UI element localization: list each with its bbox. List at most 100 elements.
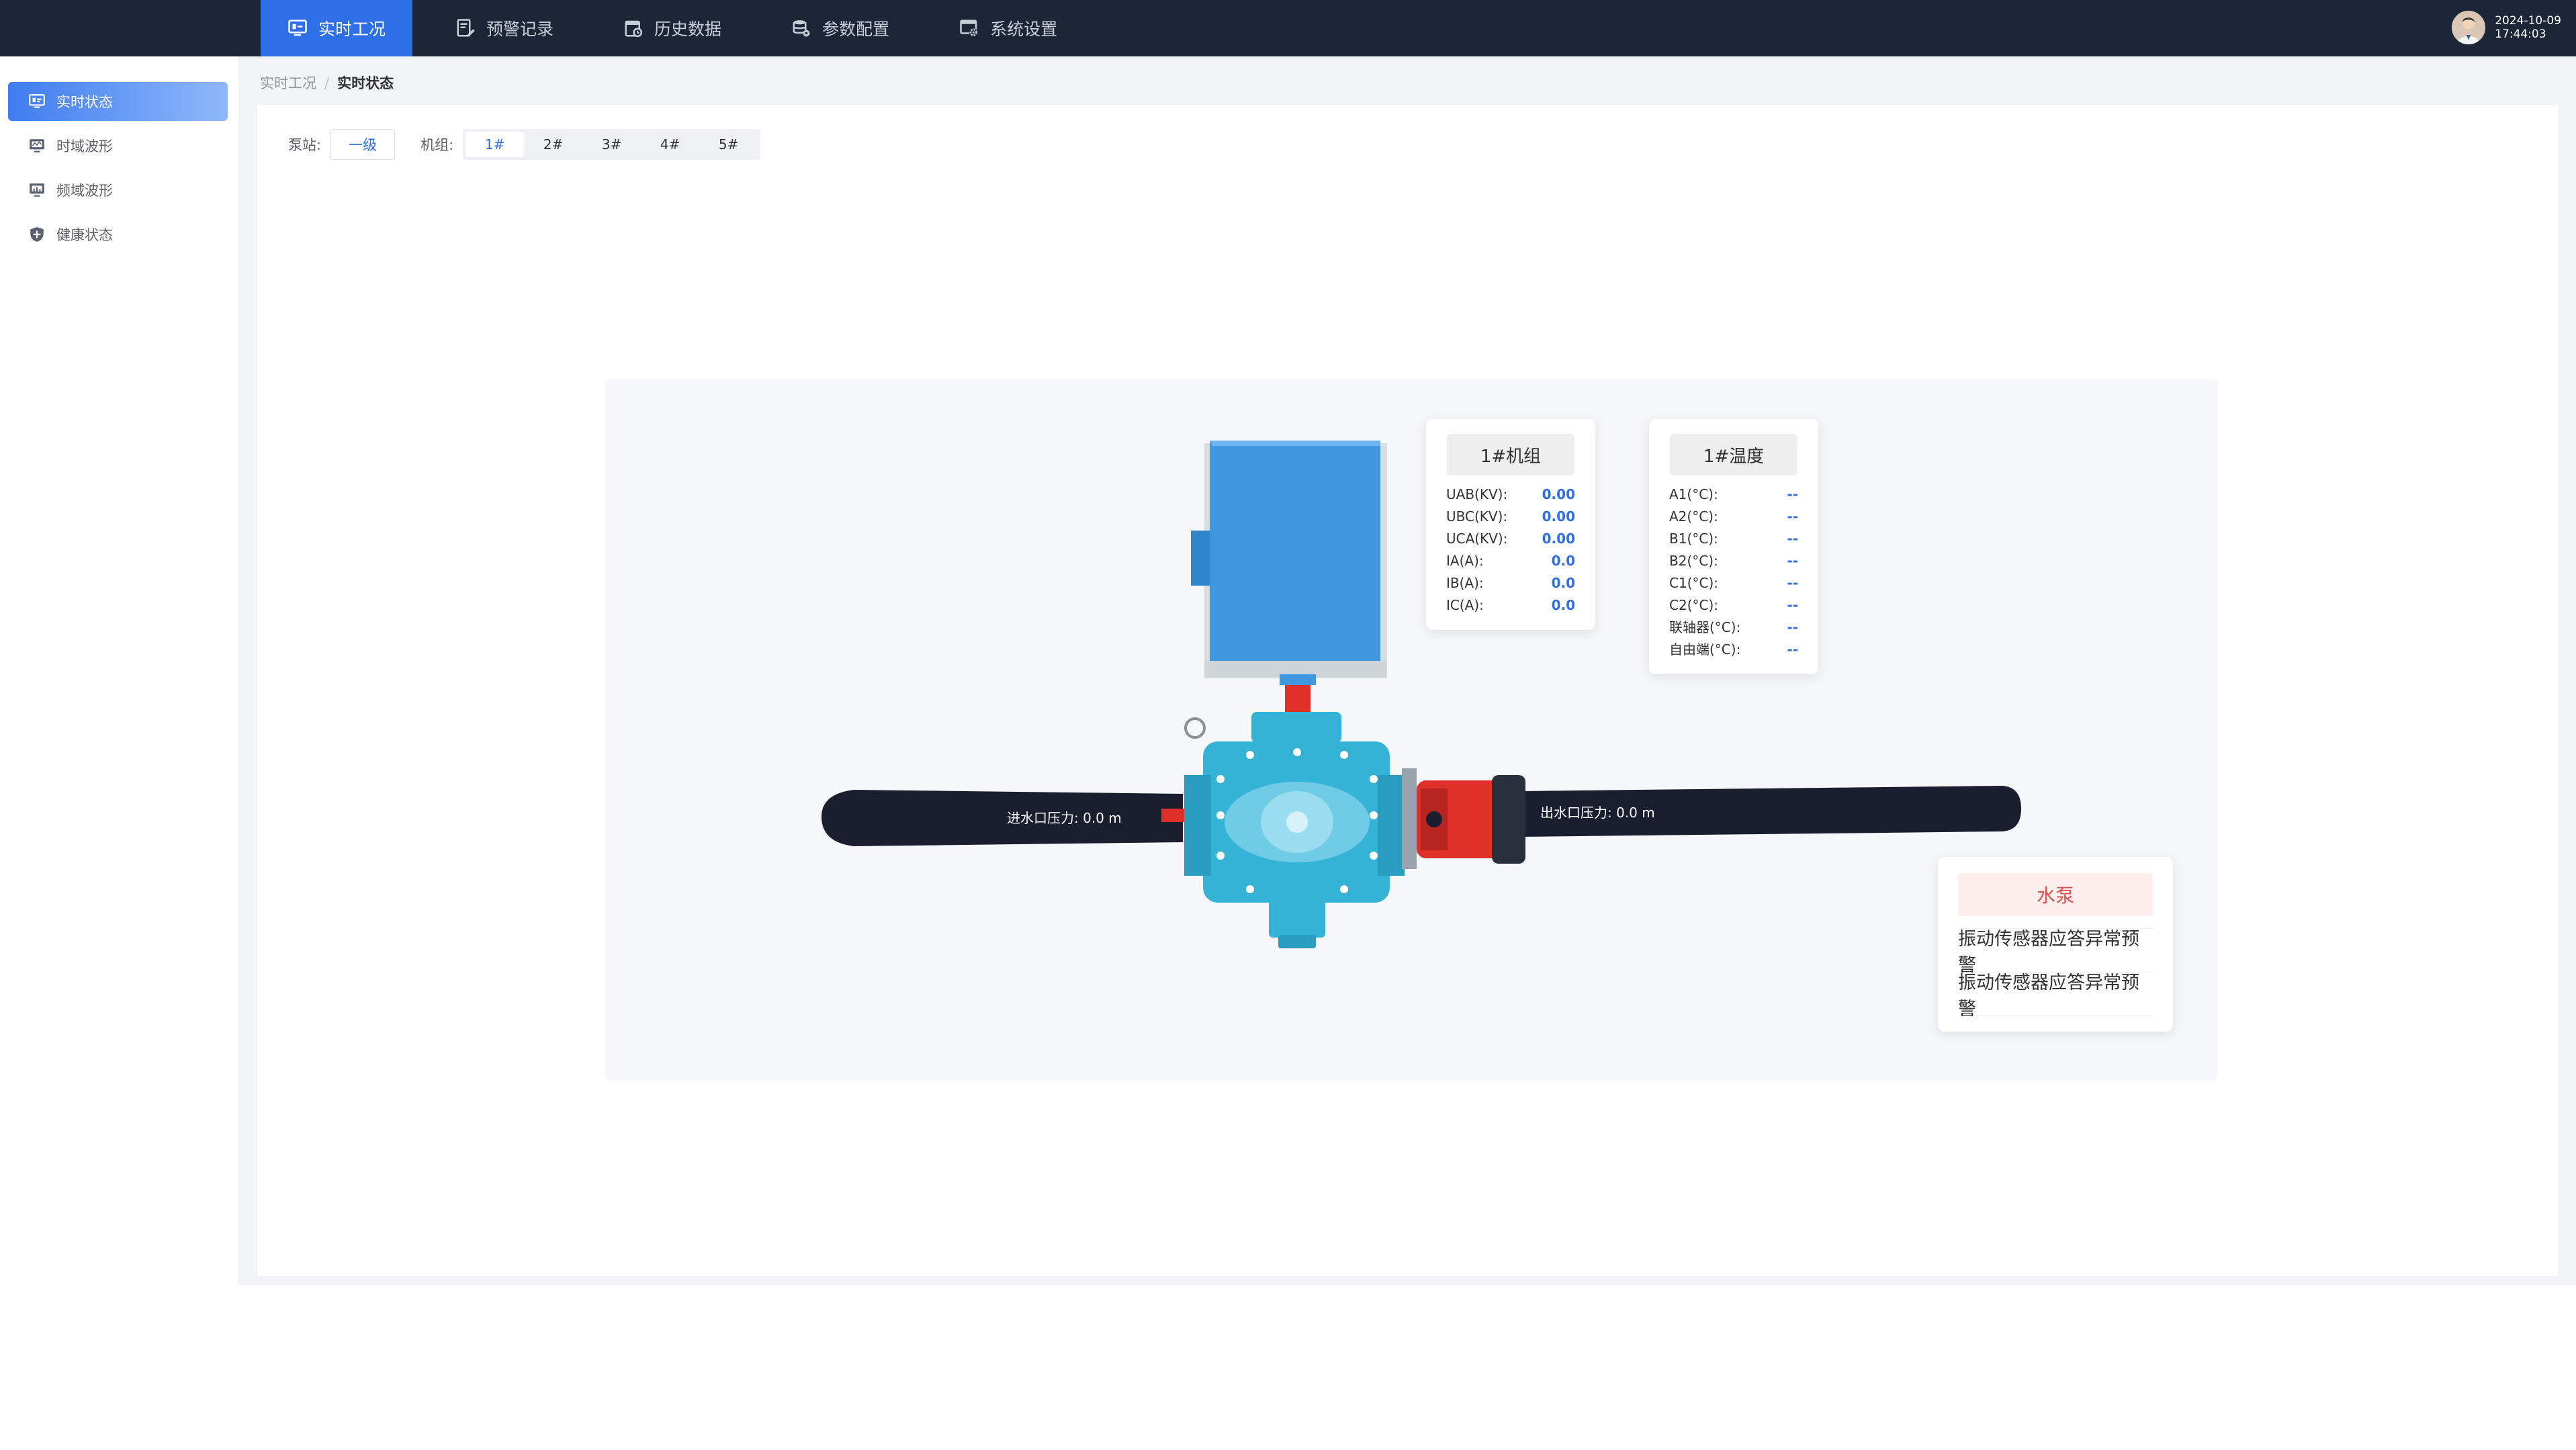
unit-data-row: UCA(KV): 0.00 (1426, 528, 1595, 550)
screen-icon (30, 139, 44, 152)
database-config-icon (793, 20, 810, 37)
motor (1191, 441, 1387, 678)
alarm-item[interactable]: 振动传感器应答异常预警 (1958, 972, 2153, 1019)
breadcrumb: 实时工况 / 实时状态 (260, 73, 394, 93)
unit-label: 机组: (420, 137, 454, 153)
temperature-row: 联轴器(°C): -- (1649, 617, 1818, 639)
nav-tab-settings[interactable]: 系统设置 (932, 0, 1084, 56)
user-area[interactable]: 2024-10-09 17:44:03 (2452, 11, 2561, 44)
temperature-row: A2(°C): -- (1649, 506, 1818, 528)
nav-tab-label: 预警记录 (486, 19, 554, 39)
temperature-label: 自由端(°C): (1669, 641, 1741, 658)
sidebar-item-label: 实时状态 (56, 94, 113, 110)
datetime-display: 2024-10-09 17:44:03 (2495, 14, 2561, 41)
unit-data-label: IA(A): (1446, 553, 1484, 569)
unit-option-4[interactable]: 4# (641, 132, 699, 157)
calendar-icon (625, 20, 643, 38)
inlet-pressure-label: 进水口压力: 0.0 m (1007, 810, 1122, 826)
temperature-label: C2(°C): (1669, 597, 1718, 613)
unit-data-row: UAB(KV): 0.00 (1426, 484, 1595, 506)
outlet-flange (1402, 768, 1525, 869)
unit-option-3[interactable]: 3# (582, 132, 641, 157)
unit-data-row: UBC(KV): 0.00 (1426, 506, 1595, 528)
breadcrumb-current: 实时状态 (337, 75, 394, 91)
unit-data-row: IA(A): 0.0 (1426, 550, 1595, 572)
nav-tab-alerts[interactable]: 预警记录 (429, 0, 580, 56)
unit-option-5[interactable]: 5# (699, 132, 758, 157)
temperature-row: B2(°C): -- (1649, 550, 1818, 572)
temperature-row: C1(°C): -- (1649, 572, 1818, 594)
unit-data-label: IB(A): (1446, 575, 1484, 591)
temperature-label: A1(°C): (1669, 486, 1718, 502)
temperature-label: A2(°C): (1669, 508, 1718, 525)
temperature-label: C1(°C): (1669, 575, 1718, 591)
sidebar-item-health-status[interactable]: 健康状态 (8, 215, 228, 254)
temperature-value: -- (1787, 641, 1798, 658)
station-label: 泵站: (288, 137, 322, 153)
pump-schematic-stage: 进水口压力: 0.0 m 出水口压力: 0.0 m 1#机组 UAB(KV): 0… (605, 379, 2217, 1081)
temperature-card-title: 1#温度 (1670, 434, 1797, 475)
nav-tab-realtime[interactable]: 实时工况 (261, 0, 413, 56)
screen-icon (30, 183, 44, 197)
temperature-value: -- (1787, 619, 1798, 635)
temperature-value: -- (1787, 486, 1798, 502)
temperature-value: -- (1787, 531, 1798, 547)
user-avatar[interactable] (2452, 11, 2486, 44)
monitor-icon (288, 19, 307, 36)
sidebar-item-label: 健康状态 (56, 227, 113, 243)
unit-data-value: 0.00 (1542, 531, 1575, 547)
nav-tab-label: 系统设置 (990, 19, 1058, 39)
unit-card-title: 1#机组 (1447, 434, 1574, 475)
temperature-value: -- (1787, 575, 1798, 591)
sidebar-item-realtime-status[interactable]: 实时状态 (8, 82, 228, 121)
unit-data-label: UBC(KV): (1446, 508, 1508, 525)
settings-icon (960, 19, 978, 37)
inlet-pipe (821, 790, 1183, 846)
temperature-value: -- (1787, 553, 1798, 569)
motor-shaft-collar (1280, 674, 1316, 685)
outlet-pressure-label: 出水口压力: 0.0 m (1540, 805, 1655, 821)
unit-data-row: IB(A): 0.0 (1426, 572, 1595, 594)
unit-electrical-card: 1#机组 UAB(KV): 0.00 UBC(KV): 0.00 UCA(KV): 0… (1426, 419, 1595, 630)
sidebar-item-label: 频域波形 (56, 183, 113, 199)
unit-data-label: UCA(KV): (1446, 531, 1508, 547)
temperature-card: 1#温度 A1(°C): -- A2(°C): -- B1(°C): -- B2(°C… (1649, 419, 1818, 674)
alarm-item[interactable]: 振动传感器应答异常预警 (1958, 928, 2153, 976)
unit-option-1[interactable]: 1# (465, 132, 525, 157)
person-icon (2452, 11, 2486, 44)
temperature-row: A1(°C): -- (1649, 484, 1818, 506)
main-content: 实时工况 / 实时状态 泵站: 一级 机组: 1# 2# 3# 4# 5# 进水… (238, 56, 2576, 1285)
unit-data-value: 0.0 (1551, 553, 1575, 569)
temperature-value: -- (1787, 508, 1798, 525)
temperature-row: 自由端(°C): -- (1649, 639, 1818, 661)
breadcrumb-parent[interactable]: 实时工况 (260, 75, 316, 91)
temperature-row: B1(°C): -- (1649, 528, 1818, 550)
nav-tab-params[interactable]: 参数配置 (764, 0, 916, 56)
sidebar-item-frequency-waveform[interactable]: 频域波形 (8, 171, 228, 210)
unit-data-value: 0.00 (1542, 508, 1575, 525)
nav-tab-label: 参数配置 (822, 19, 890, 39)
nav-tab-history[interactable]: 历史数据 (596, 0, 748, 56)
pump-body (1184, 712, 1405, 948)
unit-data-label: IC(A): (1446, 597, 1484, 613)
temperature-value: -- (1787, 597, 1798, 613)
unit-radio-group: 1# 2# 3# 4# 5# (463, 129, 761, 160)
sidebar-item-time-waveform[interactable]: 时域波形 (8, 126, 228, 165)
temperature-label: B2(°C): (1669, 553, 1718, 569)
main-nav: 实时工况 预警记录 历史数据 参数配置 系统设置 (261, 0, 1100, 56)
unit-option-2[interactable]: 2# (524, 132, 582, 157)
alarm-card-title: 水泵 (1958, 873, 2153, 916)
inlet-pipe-stub (1161, 809, 1186, 822)
unit-data-value: 0.0 (1551, 597, 1575, 613)
nav-tab-label: 历史数据 (654, 19, 722, 39)
dashboard-icon (29, 94, 45, 108)
current-date: 2024-10-09 (2495, 14, 2561, 28)
current-time: 17:44:03 (2495, 28, 2546, 41)
filter-bar: 泵站: 一级 机组: 1# 2# 3# 4# 5# (288, 129, 761, 160)
sidebar: 实时状态 时域波形 频域波形 健康状态 (0, 56, 238, 1285)
content-panel: 泵站: 一级 机组: 1# 2# 3# 4# 5# 进水口压力: 0.0 m 出… (257, 105, 2558, 1276)
temperature-label: B1(°C): (1669, 531, 1718, 547)
station-select[interactable]: 一级 (330, 129, 396, 160)
temperature-label: 联轴器(°C): (1669, 619, 1741, 635)
sidebar-item-label: 时域波形 (56, 138, 113, 154)
